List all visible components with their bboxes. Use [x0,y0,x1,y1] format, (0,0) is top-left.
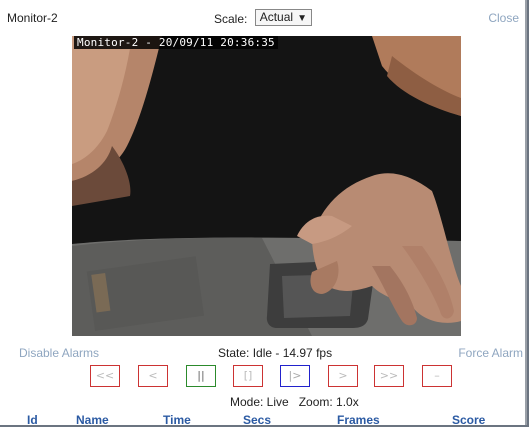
monitor-state: State: Idle - 14.97 fps [218,346,333,360]
play-button[interactable]: |> [280,365,310,387]
dropdown-arrow-icon: ▼ [297,13,307,24]
camera-image [72,36,461,336]
fast-forward-button[interactable]: >> [374,365,404,387]
monitor-window: Monitor-2 Scale: Actual ▼ Close Monitor-… [0,0,527,427]
close-link[interactable]: Close [488,11,519,25]
slow-rewind-button[interactable]: < [138,365,168,387]
fast-rewind-button[interactable]: << [90,365,120,387]
scale-control: Scale: Actual ▼ [214,9,312,28]
mode-zoom-status: Mode: Live Zoom: 1.0x [230,395,359,409]
scale-select[interactable]: Actual ▼ [254,9,312,26]
zoom-out-button[interactable]: – [422,365,452,387]
force-alarm-link[interactable]: Force Alarm [458,346,523,360]
slow-forward-button[interactable]: > [328,365,358,387]
window-header: Monitor-2 Scale: Actual ▼ Close [0,0,527,30]
live-video-feed: Monitor-2 - 20/09/11 20:36:35 [72,36,461,336]
stop-button[interactable]: [] [233,365,263,387]
scale-label: Scale: [214,12,248,26]
scale-select-value: Actual [259,10,294,24]
disable-alarms-link[interactable]: Disable Alarms [19,346,99,360]
pause-button[interactable]: || [186,365,216,387]
video-timestamp: Monitor-2 - 20/09/11 20:36:35 [74,36,278,49]
monitor-title: Monitor-2 [7,11,58,25]
